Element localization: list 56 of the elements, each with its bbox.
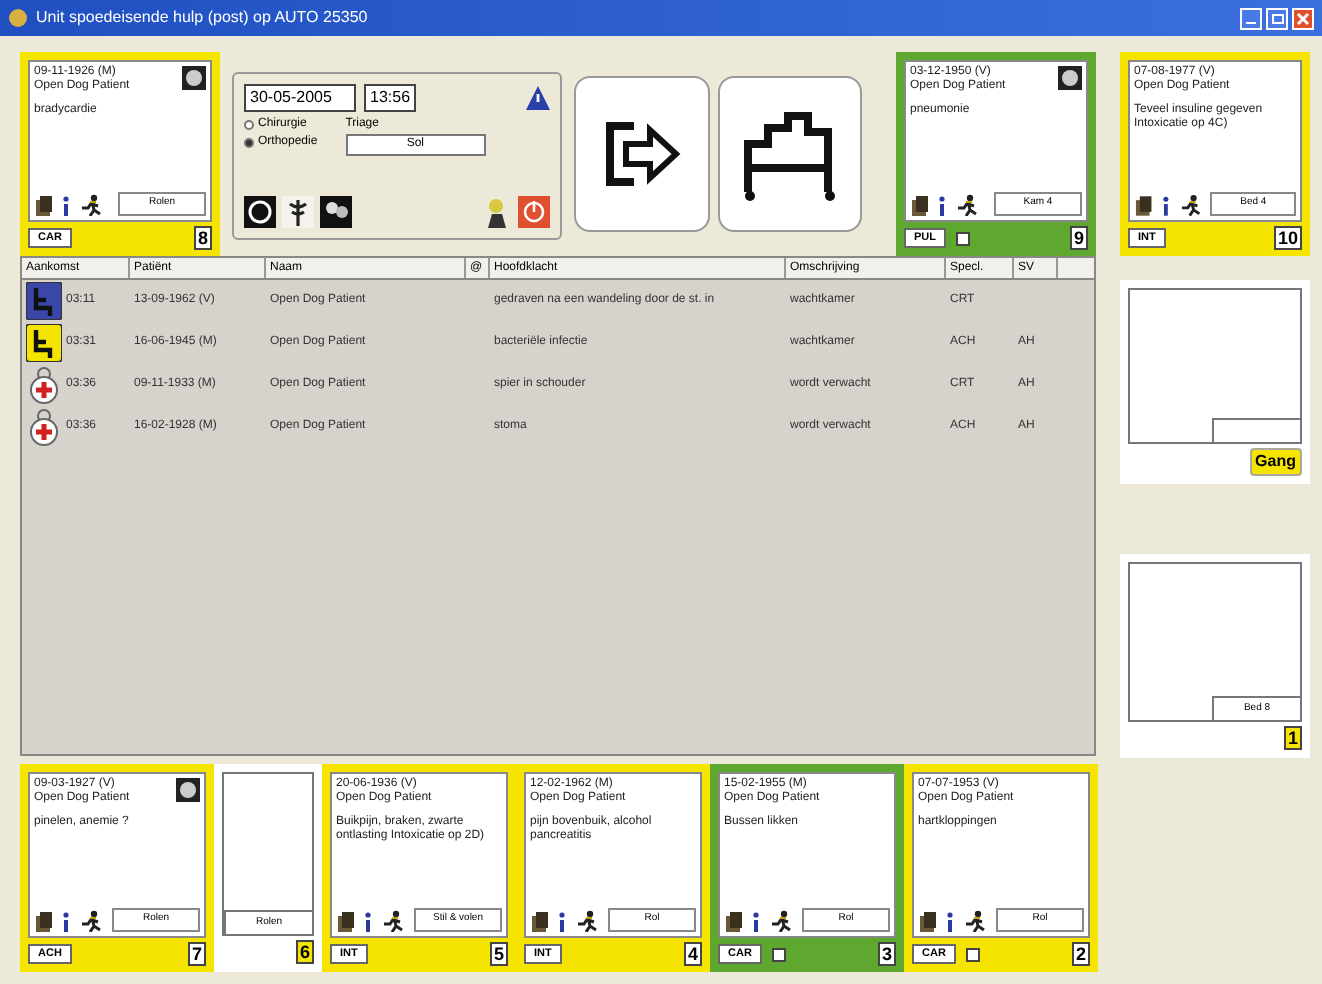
stretcher-icon — [26, 366, 62, 404]
bed-transfer-button[interactable] — [718, 76, 862, 232]
app-icon — [8, 8, 28, 28]
checkbox[interactable] — [965, 947, 980, 961]
runner-icon[interactable] — [80, 194, 102, 216]
info-icon[interactable] — [62, 912, 70, 932]
info-icon[interactable] — [1161, 196, 1170, 216]
runner-icon[interactable] — [382, 910, 404, 932]
bed-number: 4 — [683, 942, 702, 966]
help-icon[interactable] — [244, 196, 276, 228]
close-button[interactable] — [1292, 7, 1314, 29]
user-icon[interactable] — [484, 196, 512, 228]
runner-icon[interactable] — [1179, 194, 1201, 216]
checkbox[interactable] — [771, 947, 786, 961]
book-icon[interactable] — [918, 912, 936, 932]
info-icon[interactable] — [558, 912, 566, 932]
book-icon[interactable] — [910, 196, 928, 216]
book-icon[interactable] — [1134, 196, 1152, 216]
book-icon[interactable] — [724, 912, 742, 932]
maximize-button[interactable] — [1266, 7, 1288, 29]
caduceus-icon[interactable] — [282, 196, 314, 228]
runner-icon[interactable] — [964, 910, 986, 932]
bed-number: 7 — [187, 942, 206, 966]
info-icon[interactable] — [752, 912, 760, 932]
bed-number: 1 — [1283, 726, 1302, 750]
info-icon[interactable] — [938, 196, 946, 216]
bed-number: 5 — [489, 942, 508, 966]
exit-icon — [602, 120, 682, 188]
runner-icon[interactable] — [770, 910, 792, 932]
bed-number: 8 — [193, 226, 212, 250]
book-icon[interactable] — [336, 912, 354, 932]
book-icon[interactable] — [530, 912, 548, 932]
book-icon[interactable] — [34, 196, 52, 216]
bed-number: 6 — [295, 940, 314, 964]
time-field[interactable]: 13:56 — [364, 84, 417, 112]
people-icon[interactable] — [320, 196, 352, 228]
runner-icon[interactable] — [80, 910, 102, 932]
info-icon[interactable] — [62, 196, 70, 216]
warning-icon[interactable] — [526, 86, 550, 110]
stretcher-icon — [26, 408, 62, 446]
bed-number: 3 — [877, 942, 896, 966]
book-icon[interactable] — [34, 912, 52, 932]
minimize-button[interactable] — [1240, 7, 1262, 29]
info-icon[interactable] — [364, 912, 372, 932]
runner-icon[interactable] — [956, 194, 978, 216]
location-label: Gang — [1249, 448, 1302, 476]
bed-number: 10 — [1273, 226, 1302, 250]
runner-icon[interactable] — [576, 910, 598, 932]
info-icon[interactable] — [946, 912, 954, 932]
exit-button[interactable] — [574, 76, 710, 232]
window-title: Unit spoedeisende hulp (post) op AUTO 25350 — [36, 6, 368, 30]
bed-number: 9 — [1069, 226, 1088, 250]
date-field[interactable]: 30-05-2005 — [244, 84, 356, 112]
checkbox[interactable] — [956, 231, 970, 245]
bed-number: 2 — [1071, 942, 1090, 966]
power-icon[interactable] — [518, 196, 550, 228]
